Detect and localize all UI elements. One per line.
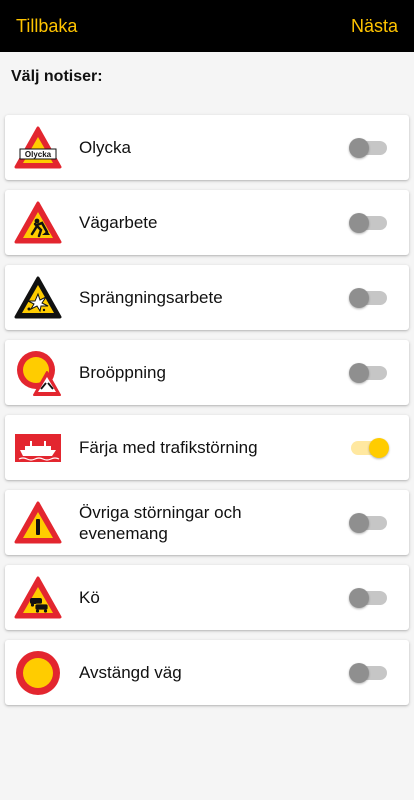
- notification-label: Broöppning: [79, 363, 166, 382]
- notification-row-avstangd-vag[interactable]: Avstängd väg: [5, 640, 409, 705]
- toggle-switch-sprangningsarbete[interactable]: [349, 287, 387, 308]
- back-button[interactable]: Tillbaka: [16, 16, 77, 37]
- notification-label: Vägarbete: [79, 213, 158, 232]
- toggle-switch-brooppning[interactable]: [349, 362, 387, 383]
- top-bar: Tillbaka Nästa: [0, 0, 414, 52]
- notification-label: Sprängningsarbete: [79, 288, 223, 307]
- notification-label: Kö: [79, 588, 100, 607]
- toggle-switch-avstangd-vag[interactable]: [349, 662, 387, 683]
- toggle-switch-ovriga[interactable]: [349, 512, 387, 533]
- blasting-warning-sign-icon: [14, 274, 62, 322]
- page-heading: Välj notiser:: [11, 68, 103, 85]
- road-closed-sign-icon: [14, 649, 62, 697]
- notification-row-sprangningsarbete[interactable]: Sprängningsarbete: [5, 265, 409, 330]
- toggle-switch-ko[interactable]: [349, 587, 387, 608]
- queue-warning-sign-icon: [14, 574, 62, 622]
- notification-list: Olycka Olycka Vägarbete Sprängningsarbet…: [0, 115, 414, 705]
- notification-label: Färja med trafikstörning: [79, 438, 258, 457]
- roadwork-warning-sign-icon: [14, 199, 62, 247]
- toggle-switch-farja[interactable]: [351, 437, 389, 458]
- ferry-sign-icon: [14, 424, 62, 472]
- accident-warning-sign-icon: Olycka: [14, 124, 62, 172]
- notification-label: Övriga störningar och evenemang: [79, 502, 242, 543]
- accident-sign-text: Olycka: [25, 150, 52, 159]
- bridge-opening-sign-icon: [14, 349, 62, 397]
- notification-row-farja[interactable]: Färja med trafikstörning: [5, 415, 409, 480]
- next-button[interactable]: Nästa: [351, 16, 398, 37]
- notification-row-ovriga[interactable]: Övriga störningar och evenemang: [5, 490, 409, 555]
- other-danger-sign-icon: [14, 499, 62, 547]
- toggle-switch-vagarbete[interactable]: [349, 212, 387, 233]
- notification-row-brooppning[interactable]: Broöppning: [5, 340, 409, 405]
- notification-label: Olycka: [79, 138, 131, 157]
- toggle-switch-olycka[interactable]: [349, 137, 387, 158]
- notification-row-vagarbete[interactable]: Vägarbete: [5, 190, 409, 255]
- notification-row-olycka[interactable]: Olycka Olycka: [5, 115, 409, 180]
- notification-row-ko[interactable]: Kö: [5, 565, 409, 630]
- notification-label: Avstängd väg: [79, 663, 182, 682]
